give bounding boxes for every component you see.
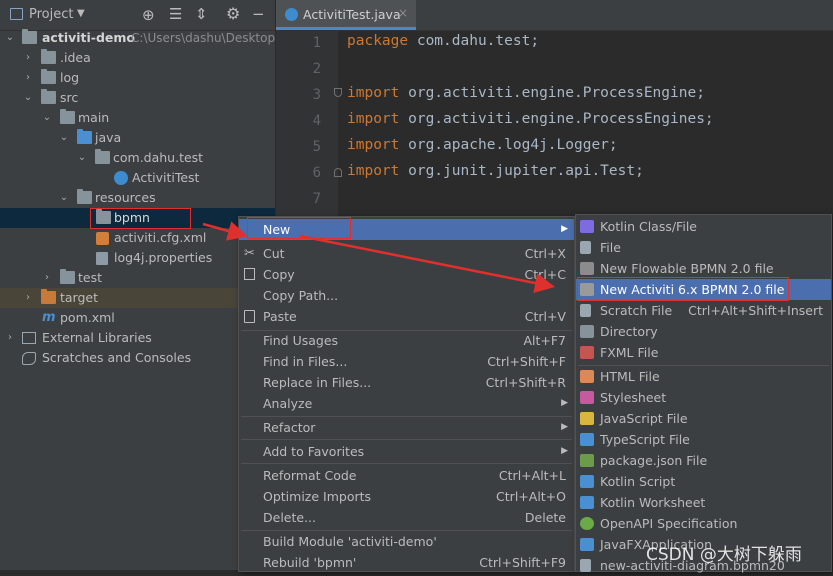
arrow-to-new [202,221,248,241]
annotation-arrows [202,221,555,293]
watermark: CSDN @大树下躲雨 [646,545,802,565]
arrow-to-activiti [299,234,555,293]
